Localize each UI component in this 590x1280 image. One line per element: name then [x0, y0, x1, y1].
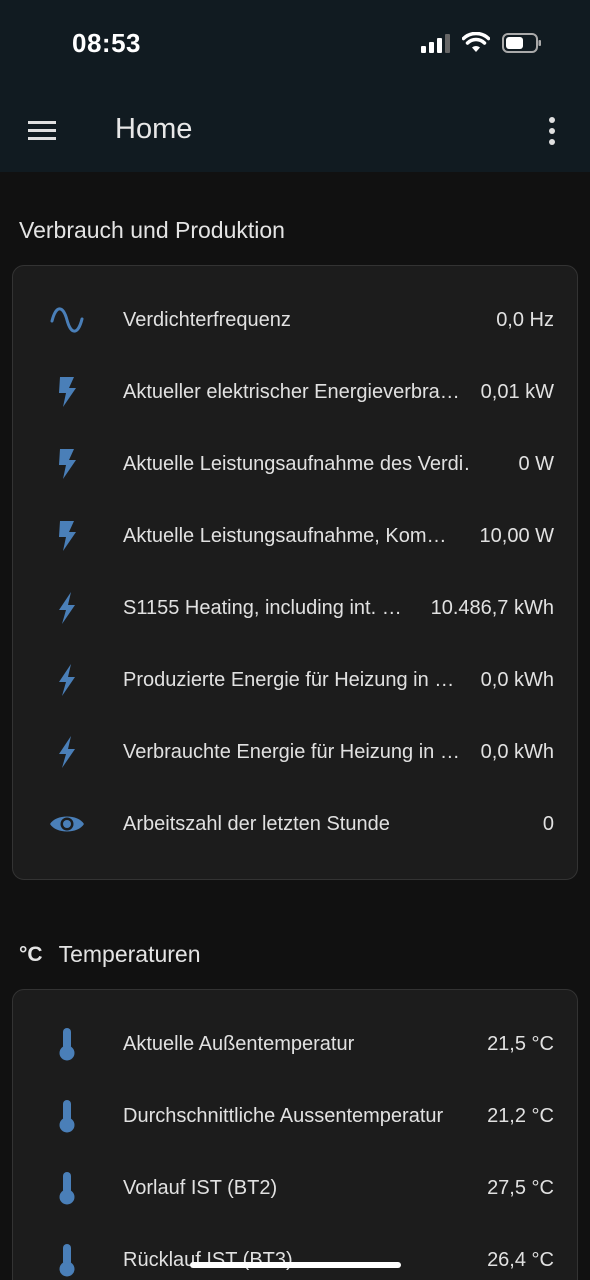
entity-label: Aktuelle Außentemperatur	[123, 1032, 355, 1055]
lightning-bolt-icon	[49, 374, 85, 410]
entity-row[interactable]: Verdichterfrequenz 0,0 Hz	[13, 284, 579, 356]
entity-label: Aktueller elektrischer Energieverbra…	[123, 380, 460, 403]
entity-label: Verdichterfrequenz	[123, 308, 291, 331]
flash-icon	[49, 590, 85, 626]
entity-value: 21,5 °C	[487, 1032, 554, 1055]
entity-row[interactable]: Arbeitszahl der letzten Stunde 0	[13, 788, 579, 860]
entity-value: 0,0 kWh	[480, 668, 554, 691]
entity-value: 10.486,7 kWh	[430, 596, 554, 619]
entity-value: 0,0 kWh	[480, 740, 554, 763]
entity-value: 10,00 W	[479, 524, 554, 547]
entity-row[interactable]: Produzierte Energie für Heizung in … 0,0…	[13, 644, 579, 716]
sine-wave-icon	[49, 302, 85, 338]
page-title: Home	[115, 113, 193, 145]
entity-label: Aktuelle Leistungsaufnahme, Kom…	[123, 524, 447, 547]
entity-row[interactable]: Verbrauchte Energie für Heizung in … 0,0…	[13, 716, 579, 788]
entity-value: 27,5 °C	[487, 1176, 554, 1199]
cellular-signal-icon	[421, 34, 450, 53]
entity-label: Arbeitszahl der letzten Stunde	[123, 812, 390, 835]
entity-label: Durchschnittliche Aussentemperatur	[123, 1104, 444, 1127]
celsius-icon: °C	[19, 942, 43, 966]
entity-row[interactable]: Durchschnittliche Aussentemperatur 21,2 …	[13, 1080, 579, 1152]
section-title-consumption: Verbrauch und Produktion	[19, 217, 285, 243]
eye-icon	[49, 806, 85, 842]
entity-value: 21,2 °C	[487, 1104, 554, 1127]
entity-label: Produzierte Energie für Heizung in …	[123, 668, 455, 691]
status-time: 08:53	[72, 28, 141, 58]
thermometer-icon	[49, 1098, 85, 1134]
card-consumption: Verdichterfrequenz 0,0 Hz Aktueller elek…	[12, 265, 578, 880]
thermometer-icon	[49, 1026, 85, 1062]
status-icons	[420, 32, 542, 54]
entity-row[interactable]: Aktuelle Leistungsaufnahme des Verdi… 0 …	[13, 428, 579, 500]
entity-row[interactable]: Aktueller elektrischer Energieverbra… 0,…	[13, 356, 579, 428]
entity-row[interactable]: Aktuelle Leistungsaufnahme, Kom… 10,00 W	[13, 500, 579, 572]
battery-icon	[502, 33, 541, 53]
entity-label: Rücklauf IST (BT3)	[123, 1248, 293, 1271]
entity-value: 0 W	[518, 452, 554, 475]
wifi-icon	[462, 32, 490, 52]
entity-value: 0,0 Hz	[496, 308, 554, 331]
entity-value: 0	[542, 812, 554, 835]
entity-value: 0,01 kW	[480, 380, 554, 403]
app-header: 08:53 Home	[0, 0, 590, 172]
entity-row[interactable]: Rücklauf IST (BT3) 26,4 °C	[13, 1224, 579, 1280]
section-title-temperatures: °C Temperaturen	[19, 941, 201, 968]
entity-row[interactable]: S1155 Heating, including int. … 10.486,7…	[13, 572, 579, 644]
entity-row[interactable]: Aktuelle Außentemperatur 21,5 °C	[13, 1008, 579, 1080]
entity-label: Aktuelle Leistungsaufnahme des Verdi…	[123, 452, 468, 475]
home-indicator[interactable]	[190, 1262, 401, 1268]
thermometer-icon	[49, 1242, 85, 1278]
flash-icon	[49, 662, 85, 698]
section-title-text: Temperaturen	[58, 941, 201, 967]
lightning-bolt-icon	[49, 446, 85, 482]
entity-label: S1155 Heating, including int. …	[123, 596, 402, 619]
lightning-bolt-icon	[49, 518, 85, 554]
entity-label: Verbrauchte Energie für Heizung in …	[123, 740, 460, 763]
more-options-icon[interactable]	[544, 115, 560, 147]
entity-label: Vorlauf IST (BT2)	[123, 1176, 278, 1199]
flash-icon	[49, 734, 85, 770]
thermometer-icon	[49, 1170, 85, 1206]
menu-icon[interactable]	[28, 118, 58, 144]
entity-value: 26,4 °C	[487, 1248, 554, 1271]
card-temperatures: Aktuelle Außentemperatur 21,5 °C Durchsc…	[12, 989, 578, 1280]
entity-row[interactable]: Vorlauf IST (BT2) 27,5 °C	[13, 1152, 579, 1224]
